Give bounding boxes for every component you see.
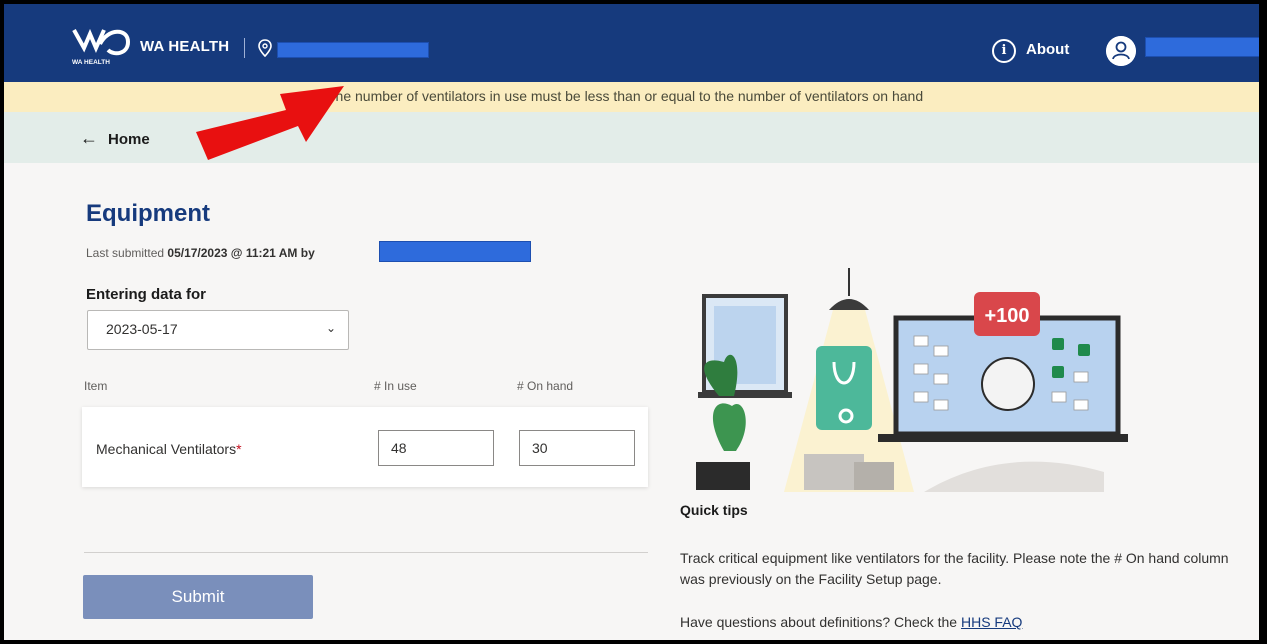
- validation-message: The number of ventilators in use must be…: [327, 88, 924, 104]
- equipment-illustration: +100: [696, 268, 1128, 492]
- redacted-user-name[interactable]: [1145, 37, 1259, 57]
- header-divider: [244, 38, 245, 58]
- redacted-submitter: [379, 241, 531, 262]
- user-avatar-icon[interactable]: [1106, 36, 1136, 66]
- last-submitted-value: 05/17/2023 @ 11:21 AM by: [167, 246, 315, 260]
- equipment-name: Mechanical Ventilators: [96, 441, 237, 457]
- column-header-in-use: # In use: [374, 379, 417, 393]
- date-select-value: 2023-05-17: [106, 321, 178, 337]
- in-use-input[interactable]: 48: [378, 430, 494, 466]
- form-divider: [84, 552, 648, 553]
- equipment-row-label: Mechanical Ventilators*: [96, 441, 242, 457]
- svg-text:+100: +100: [984, 305, 1029, 327]
- last-submitted-prefix: Last submitted: [86, 246, 165, 260]
- chevron-down-icon: ⌄: [325, 321, 336, 335]
- quick-tips-body: Track critical equipment like ventilator…: [680, 550, 1229, 587]
- faq-prefix: Have questions about definitions? Check …: [680, 614, 958, 630]
- required-marker: *: [236, 441, 242, 457]
- redacted-facility-name[interactable]: [277, 42, 429, 58]
- page-title: Equipment: [86, 200, 210, 227]
- app-window: WA HEALTH WA HEALTH i About The number o…: [0, 0, 1267, 644]
- wa-health-logo[interactable]: WA HEALTH: [70, 26, 132, 66]
- location-pin-icon: [258, 39, 272, 57]
- about-link[interactable]: About: [1026, 41, 1069, 58]
- date-select[interactable]: 2023-05-17 ⌄: [87, 310, 349, 350]
- breadcrumb-bar: [4, 112, 1259, 163]
- submit-button[interactable]: Submit: [83, 575, 313, 619]
- on-hand-input[interactable]: 30: [519, 430, 635, 466]
- home-label: Home: [108, 131, 150, 148]
- red-annotation-arrow-icon: [196, 86, 344, 160]
- hhs-faq-link[interactable]: HHS FAQ: [961, 614, 1022, 630]
- faq-line: Have questions about definitions? Check …: [680, 614, 1022, 630]
- info-icon[interactable]: i: [992, 39, 1016, 63]
- back-arrow-icon: ←: [80, 128, 98, 148]
- svg-text:WA HEALTH: WA HEALTH: [72, 59, 110, 66]
- home-back-link[interactable]: ← Home: [80, 128, 150, 149]
- column-header-on-hand: # On hand: [517, 379, 574, 393]
- entering-data-label: Entering data for: [86, 286, 207, 303]
- quick-tips-title: Quick tips: [680, 502, 748, 518]
- brand-name: WA HEALTH: [140, 38, 230, 55]
- last-submitted: Last submitted 05/17/2023 @ 11:21 AM by: [86, 246, 315, 260]
- column-header-item: Item: [84, 379, 108, 393]
